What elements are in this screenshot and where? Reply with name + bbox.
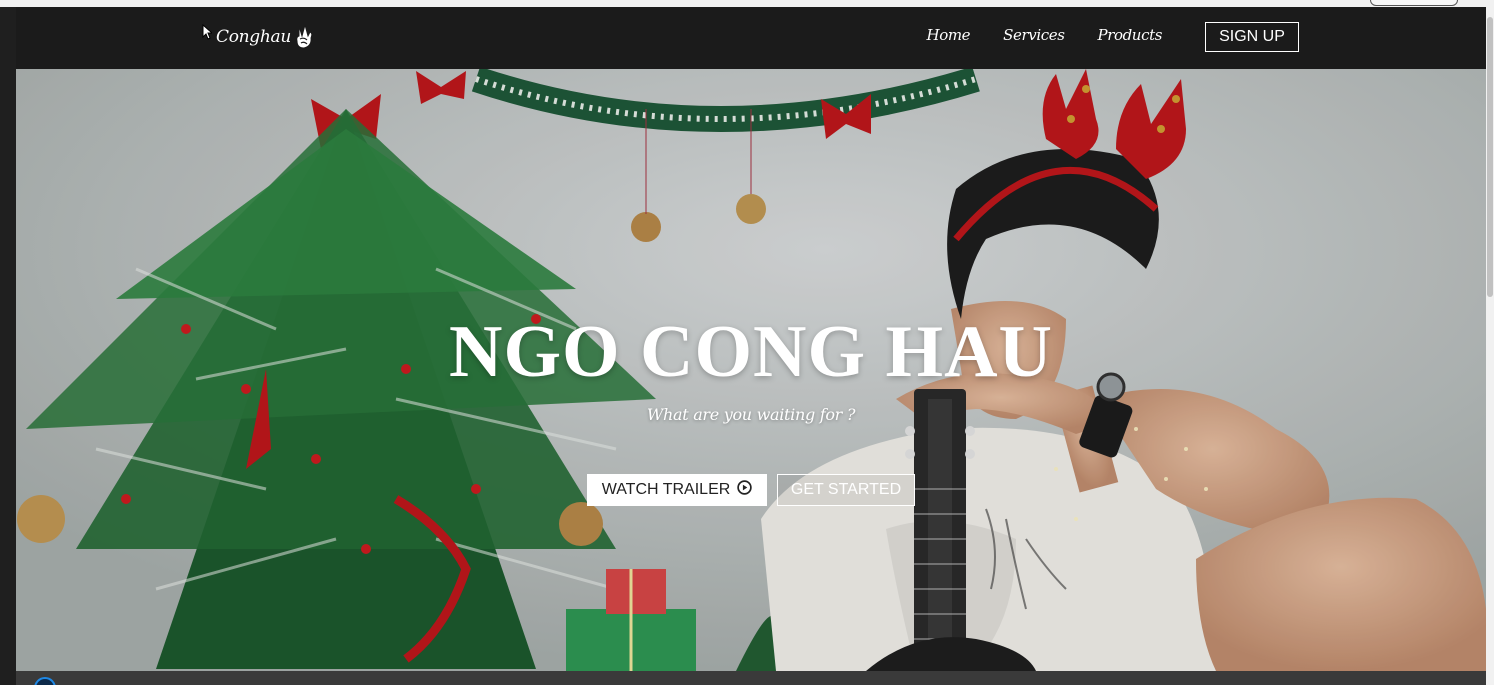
watch-trailer-button[interactable]: WATCH TRAILER [587,474,767,506]
mouse-pointer-icon [202,23,214,45]
browser-button[interactable] [1370,0,1458,6]
signup-button[interactable]: SIGN UP [1205,22,1299,52]
nav-links: Home Services Products [927,26,1163,44]
hero-subtitle: What are you waiting for ? [646,405,856,424]
website: Conghau Home Services Products SIGN UP N… [16,7,1486,685]
hero-buttons: WATCH TRAILER GET STARTED [587,474,915,506]
hero-section: NGO CONG HAU What are you waiting for ? … [16,69,1486,671]
logo[interactable]: Conghau [216,24,315,50]
nav-products[interactable]: Products [1098,26,1163,44]
browser-top-strip [0,0,1494,7]
scrollbar[interactable] [1486,7,1494,685]
scrollbar-thumb[interactable] [1487,17,1493,297]
hero-content: NGO CONG HAU What are you waiting for ? … [16,69,1486,671]
navbar: Conghau Home Services Products SIGN UP [16,7,1486,69]
left-gutter [0,7,16,685]
hero-title: NGO CONG HAU [449,311,1053,393]
get-started-button[interactable]: GET STARTED [777,474,915,506]
watch-trailer-label: WATCH TRAILER [601,481,731,498]
nav-services[interactable]: Services [1003,26,1065,44]
chat-widget-icon[interactable] [34,677,56,685]
logo-text: Conghau [216,27,292,47]
play-circle-icon [737,480,753,500]
nav-home[interactable]: Home [927,26,971,44]
bottom-bar [16,671,1486,685]
peace-hand-icon [293,24,315,50]
